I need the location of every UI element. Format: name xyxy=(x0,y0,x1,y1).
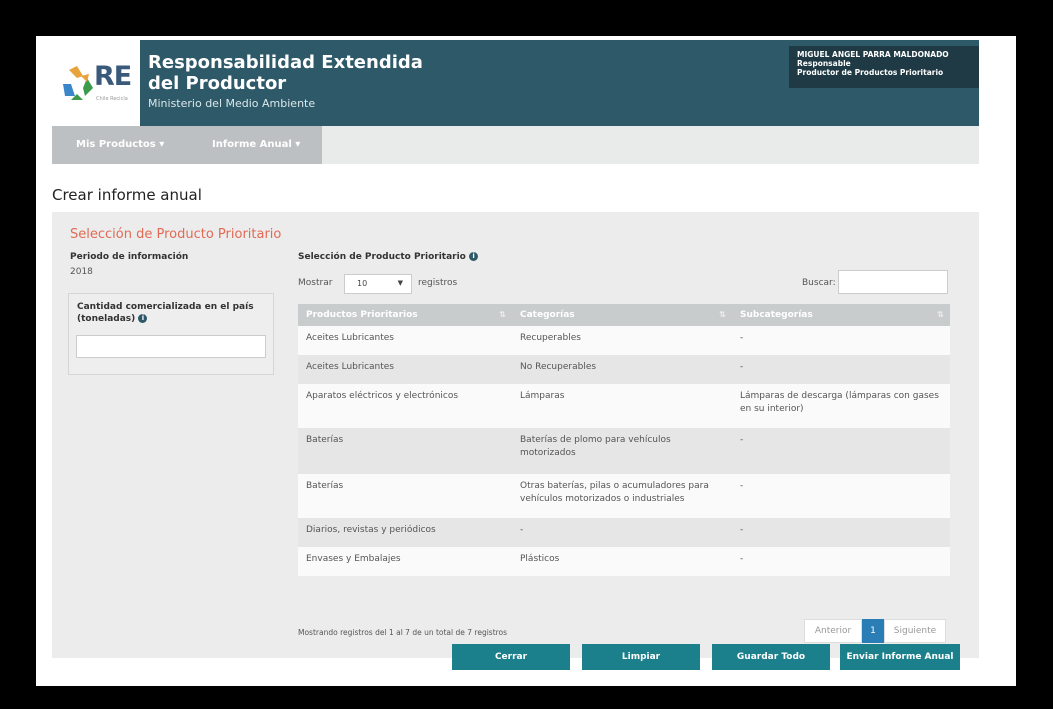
section-title: Selección de Producto Prioritario xyxy=(70,227,282,242)
table-cell: - xyxy=(732,355,950,384)
chevron-down-icon: ▼ xyxy=(397,279,403,287)
sort-icon: ⇅ xyxy=(937,310,944,319)
nav-mis-productos[interactable]: Mis Productos ▾ xyxy=(76,139,164,150)
column-header-subcategorias[interactable]: Subcategorías ⇅ xyxy=(732,304,950,326)
quantity-input[interactable] xyxy=(76,335,266,358)
table-cell: No Recuperables xyxy=(512,355,732,384)
quantity-box: Cantidad comercializada en el país (tone… xyxy=(68,293,274,375)
table-row[interactable]: Aceites Lubricantes Recuperables - xyxy=(298,326,950,355)
pagination-next[interactable]: Siguiente xyxy=(884,619,946,643)
period-value: 2018 xyxy=(70,267,93,277)
table-cell: Baterías xyxy=(298,474,512,518)
info-icon[interactable]: i xyxy=(138,314,148,323)
column-header-productos[interactable]: Productos Prioritarios ⇅ xyxy=(298,304,512,326)
table-cell: - xyxy=(732,518,950,547)
table-row[interactable]: Aceites Lubricantes No Recuperables - xyxy=(298,355,950,384)
page-size-select[interactable]: 10 ▼ xyxy=(344,274,412,294)
send-report-button[interactable]: Enviar Informe Anual xyxy=(840,644,960,670)
user-info[interactable]: MIGUEL ANGEL PARRA MALDONADO Responsable… xyxy=(789,46,979,88)
sort-icon: ⇅ xyxy=(719,310,726,319)
page-title: Crear informe anual xyxy=(52,186,202,204)
user-type: Productor de Productos Prioritario xyxy=(797,68,944,77)
table-cell: Aceites Lubricantes xyxy=(298,326,512,355)
table-cell: Diarios, revistas y periódicos xyxy=(298,518,512,547)
table-cell: Recuperables xyxy=(512,326,732,355)
app-frame: RE Chile Recicla Responsabilidad Extendi… xyxy=(36,36,1016,686)
table-cell: Aceites Lubricantes xyxy=(298,355,512,384)
pagination-prev[interactable]: Anterior xyxy=(804,619,862,643)
table-cell: - xyxy=(732,547,950,576)
logo-subtext: Chile Recicla xyxy=(96,96,128,102)
table-cell: Aparatos eléctricos y electrónicos xyxy=(298,384,512,428)
period-label: Periodo de información xyxy=(70,252,189,262)
close-button[interactable]: Cerrar xyxy=(452,644,570,670)
clear-button[interactable]: Limpiar xyxy=(582,644,700,670)
show-label: Mostrar xyxy=(298,278,333,288)
site-header: RE Chile Recicla Responsabilidad Extendi… xyxy=(52,40,979,126)
logo-text: RE xyxy=(94,61,132,92)
pagination-page-1[interactable]: 1 xyxy=(862,619,884,643)
table-info: Mostrando registros del 1 al 7 de un tot… xyxy=(298,628,508,637)
navbar: Mis Productos ▾ Informe Anual ▾ xyxy=(52,126,979,164)
site-title-line1: Responsabilidad Extendida xyxy=(148,52,423,73)
user-name: MIGUEL ANGEL PARRA MALDONADO xyxy=(797,50,949,59)
table-cell: Plásticos xyxy=(512,547,732,576)
table-header-row: Productos Prioritarios ⇅ Categorías ⇅ Subc… xyxy=(298,304,950,326)
quantity-label: Cantidad comercializada en el país (tone… xyxy=(77,301,262,325)
records-label: registros xyxy=(418,278,458,288)
table-cell: - xyxy=(512,518,732,547)
table-row[interactable]: Baterías Otras baterías, pilas o acumula… xyxy=(298,474,950,518)
search-label: Buscar: xyxy=(802,278,836,288)
site-title-line2: del Productor xyxy=(148,73,287,94)
site-title: Responsabilidad Extendida del Productor xyxy=(148,52,448,94)
table-row[interactable]: Envases y Embalajes Plásticos - xyxy=(298,547,950,576)
table-cell: - xyxy=(732,326,950,355)
user-role: Responsable xyxy=(797,59,851,68)
table-cell: Lámparas de descarga (lámparas con gases… xyxy=(732,384,950,428)
products-table: Productos Prioritarios ⇅ Categorías ⇅ Subc… xyxy=(298,304,950,576)
table-row[interactable]: Baterías Baterías de plomo para vehículo… xyxy=(298,428,950,474)
quantity-label-text: Cantidad comercializada en el país (tone… xyxy=(77,302,254,324)
selection-heading-text: Selección de Producto Prioritario xyxy=(298,252,466,262)
table-cell: Lámparas xyxy=(512,384,732,428)
ministry-label: Ministerio del Medio Ambiente xyxy=(148,97,316,110)
table-row[interactable]: Diarios, revistas y periódicos - - xyxy=(298,518,950,547)
selection-heading: Selección de Producto Prioritario i xyxy=(298,252,479,262)
table-cell: - xyxy=(732,428,950,474)
page-size-value: 10 xyxy=(357,279,368,288)
save-all-button[interactable]: Guardar Todo xyxy=(712,644,830,670)
sort-icon: ⇅ xyxy=(499,310,506,319)
table-cell: Baterías de plomo para vehículos motoriz… xyxy=(512,428,732,474)
table-cell: Otras baterías, pilas o acumuladores par… xyxy=(512,474,732,518)
table-row[interactable]: Aparatos eléctricos y electrónicos Lámpa… xyxy=(298,384,950,428)
info-icon[interactable]: i xyxy=(469,252,479,261)
logo[interactable]: RE Chile Recicla xyxy=(52,40,140,126)
table-cell: Envases y Embalajes xyxy=(298,547,512,576)
table-cell: - xyxy=(732,474,950,518)
table-cell: Baterías xyxy=(298,428,512,474)
nav-menu: Mis Productos ▾ Informe Anual ▾ xyxy=(52,126,322,164)
recycle-icon xyxy=(63,66,93,100)
column-header-categorias[interactable]: Categorías ⇅ xyxy=(512,304,732,326)
nav-informe-anual[interactable]: Informe Anual ▾ xyxy=(212,139,300,150)
form-panel: Selección de Producto Prioritario Period… xyxy=(52,212,979,670)
search-input[interactable] xyxy=(838,270,948,294)
